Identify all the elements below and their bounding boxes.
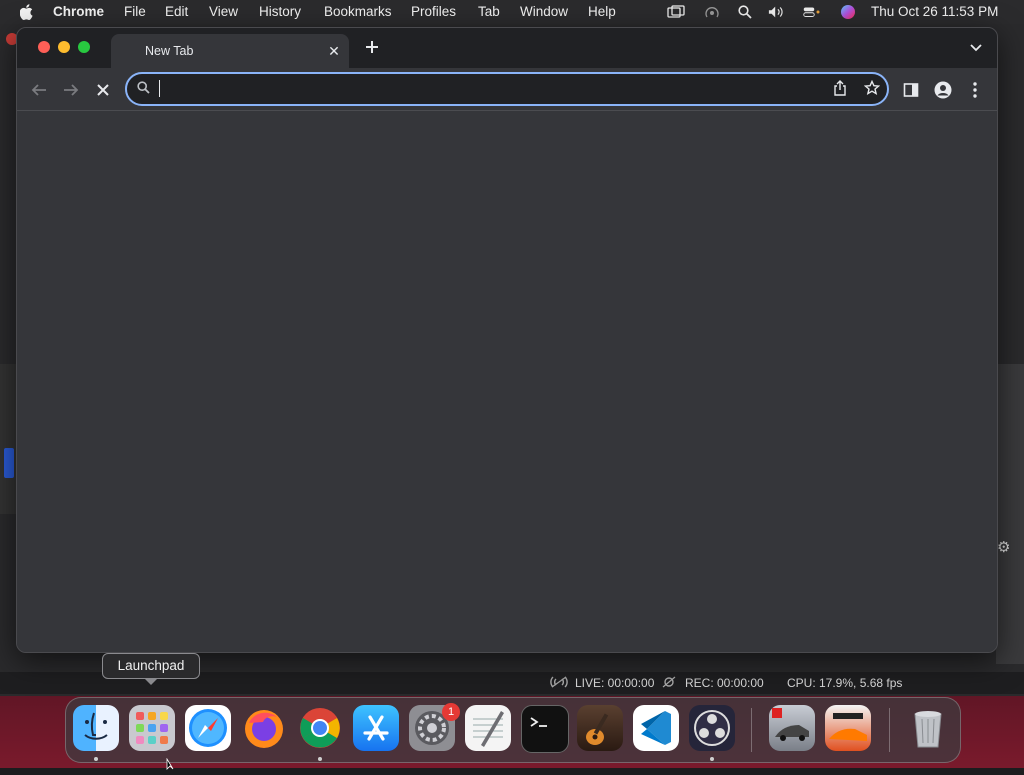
menu-clock[interactable]: Thu Oct 26 11:53 PM <box>871 4 998 19</box>
menu-tab[interactable]: Tab <box>478 4 500 19</box>
share-icon[interactable] <box>833 80 847 101</box>
address-input[interactable] <box>159 78 803 100</box>
rec-timer: REC: 00:00:00 <box>685 676 764 690</box>
profile-avatar-icon[interactable] <box>933 80 953 100</box>
siri-icon[interactable] <box>839 3 857 21</box>
background-selection-marker <box>4 448 14 478</box>
spotlight-search-icon[interactable] <box>736 3 754 21</box>
cpu-readout: CPU: 17.9%, 5.68 fps <box>787 676 903 690</box>
garageband-icon[interactable] <box>577 705 623 751</box>
background-panel-right <box>996 364 1024 664</box>
menu-view[interactable]: View <box>209 4 238 19</box>
app-store-icon[interactable] <box>353 705 399 751</box>
volume-icon[interactable] <box>768 3 786 21</box>
dock-tooltip: Launchpad <box>102 653 200 685</box>
menu-file[interactable]: File <box>124 4 146 19</box>
asphalt-9-icon[interactable] <box>825 705 871 751</box>
vscode-icon[interactable] <box>633 705 679 751</box>
chrome-icon[interactable] <box>297 705 343 751</box>
asphalt-8-icon[interactable] <box>769 705 815 751</box>
tab-title: New Tab <box>145 44 194 58</box>
dock-separator-trash <box>889 708 890 752</box>
screen-mirroring-icon[interactable] <box>667 3 685 21</box>
recording-icon <box>662 676 676 691</box>
browser-toolbar <box>17 68 997 111</box>
trash-icon[interactable] <box>905 705 951 751</box>
obs-icon[interactable] <box>689 705 735 751</box>
launchpad-icon[interactable] <box>129 705 175 751</box>
safari-icon[interactable] <box>185 705 231 751</box>
control-center-icon[interactable] <box>803 3 821 21</box>
address-bar[interactable] <box>125 72 889 106</box>
chrome-window: New Tab ✕ <box>16 27 998 653</box>
terminal-icon[interactable] <box>521 705 569 753</box>
side-panel-icon[interactable] <box>901 80 921 100</box>
finder-icon[interactable] <box>73 705 119 751</box>
text-caret <box>159 80 160 97</box>
new-tab-button[interactable] <box>361 37 383 59</box>
menu-bar: Chrome File Edit View History Bookmarks … <box>0 0 1024 24</box>
gear-icon[interactable]: ⚙ <box>997 538 1010 556</box>
more-menu-icon[interactable] <box>965 80 985 100</box>
bookmark-star-icon[interactable] <box>863 79 881 101</box>
zoom-window-button[interactable] <box>78 41 90 53</box>
apple-icon[interactable] <box>18 3 36 21</box>
menu-history[interactable]: History <box>259 4 301 19</box>
live-timer: LIVE: 00:00:00 <box>575 676 655 690</box>
menu-bookmarks[interactable]: Bookmarks <box>324 4 392 19</box>
obs-running-dot <box>710 757 714 761</box>
dock: 1 <box>65 697 961 763</box>
broadcast-icon <box>550 676 568 691</box>
search-icon <box>137 81 150 99</box>
firefox-icon[interactable] <box>241 705 287 751</box>
settings-notification-badge: 1 <box>442 703 460 721</box>
airdrop-icon[interactable] <box>703 3 721 21</box>
close-window-button[interactable] <box>38 41 50 53</box>
close-tab-icon[interactable]: ✕ <box>325 42 343 60</box>
back-button[interactable] <box>29 80 49 100</box>
tab-new-tab[interactable]: New Tab ✕ <box>111 34 349 68</box>
menu-app-name[interactable]: Chrome <box>53 4 104 19</box>
page-content <box>17 111 997 652</box>
menu-window[interactable]: Window <box>520 4 568 19</box>
textedit-icon[interactable] <box>465 705 511 751</box>
menu-profiles[interactable]: Profiles <box>411 4 456 19</box>
forward-button[interactable] <box>61 80 81 100</box>
tab-search-chevron-icon[interactable] <box>969 40 985 56</box>
chrome-running-dot <box>318 757 322 761</box>
dock-separator <box>751 708 752 752</box>
stop-loading-button[interactable] <box>93 80 113 100</box>
menu-help[interactable]: Help <box>588 4 616 19</box>
menu-edit[interactable]: Edit <box>165 4 188 19</box>
tab-strip: New Tab ✕ <box>17 28 997 68</box>
finder-running-dot <box>94 757 98 761</box>
mouse-cursor-icon <box>166 757 176 775</box>
minimize-window-button[interactable] <box>58 41 70 53</box>
background-panel-left <box>0 364 16 514</box>
